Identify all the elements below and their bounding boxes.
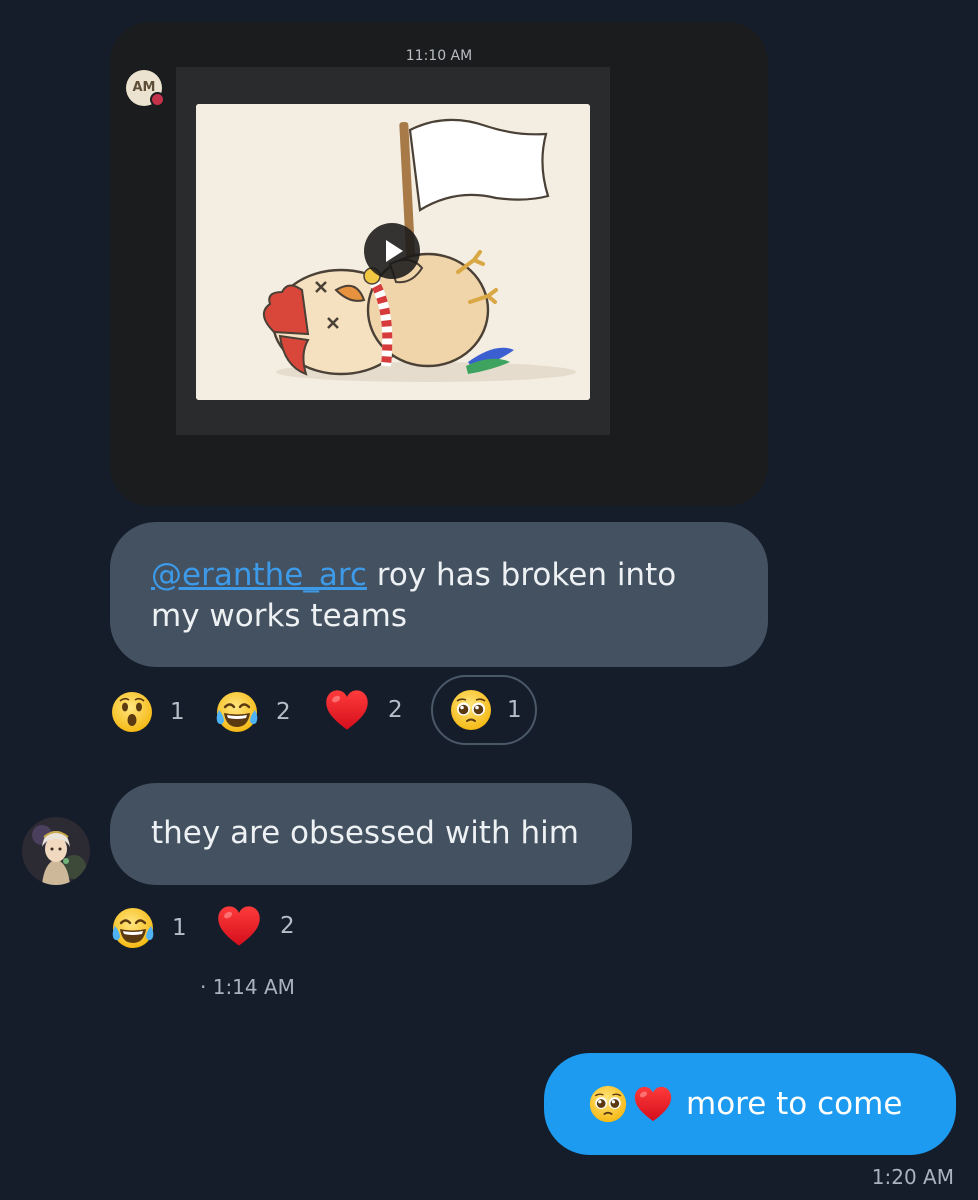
pleading-face-icon bbox=[588, 1084, 628, 1124]
reaction-count: 1 bbox=[170, 699, 185, 725]
tears-of-joy-face-icon bbox=[110, 906, 156, 950]
reaction-red-heart[interactable]: 2 bbox=[214, 904, 295, 948]
sent-message-bubble[interactable]: more to come bbox=[544, 1053, 956, 1155]
reaction-count: 2 bbox=[276, 699, 291, 725]
reaction-count: 2 bbox=[388, 697, 403, 723]
reaction-count: 1 bbox=[507, 697, 522, 723]
message-timestamp: · 1:14 AM bbox=[200, 975, 295, 999]
tears-of-joy-face-icon bbox=[214, 690, 260, 734]
busy-status-icon bbox=[150, 92, 165, 107]
reaction-tears-of-joy[interactable]: 1 bbox=[110, 906, 187, 950]
reaction-tears-of-joy[interactable]: 2 bbox=[214, 690, 291, 734]
reaction-count: 2 bbox=[280, 913, 295, 939]
reaction-red-heart[interactable]: 2 bbox=[322, 688, 403, 732]
embed-avatar: AM bbox=[126, 70, 165, 107]
embed-attachment-frame bbox=[176, 67, 610, 435]
reaction-count: 1 bbox=[172, 915, 187, 941]
play-icon bbox=[386, 240, 403, 262]
avatar-image bbox=[22, 817, 90, 885]
message-text: @eranthe_arc roy has broken into my work… bbox=[151, 555, 731, 637]
red-heart-icon bbox=[632, 1083, 674, 1125]
reaction-pleading-selected[interactable]: 1 bbox=[431, 675, 537, 745]
dm-conversation: 11:10 AM AM @eranthe_arc roy has broken … bbox=[0, 0, 978, 1200]
pleading-face-icon bbox=[449, 688, 493, 732]
mention-link[interactable]: @eranthe_arc bbox=[151, 557, 367, 593]
red-heart-icon bbox=[322, 686, 372, 734]
received-message-bubble[interactable]: @eranthe_arc roy has broken into my work… bbox=[110, 522, 768, 667]
play-button[interactable] bbox=[364, 223, 420, 279]
reaction-astonished[interactable]: 1 bbox=[110, 690, 185, 734]
sent-timestamp: 1:20 AM bbox=[871, 1165, 954, 1189]
sender-avatar[interactable] bbox=[22, 817, 90, 885]
astonished-face-icon bbox=[110, 690, 154, 734]
message-text: they are obsessed with him bbox=[151, 815, 579, 851]
embed-timestamp: 11:10 AM bbox=[405, 48, 473, 64]
message-text: more to come bbox=[686, 1086, 903, 1122]
animated-sticker[interactable] bbox=[196, 104, 590, 400]
received-message-bubble[interactable]: they are obsessed with him bbox=[110, 783, 632, 885]
image-message[interactable]: 11:10 AM AM bbox=[110, 22, 768, 506]
red-heart-icon bbox=[214, 902, 264, 950]
